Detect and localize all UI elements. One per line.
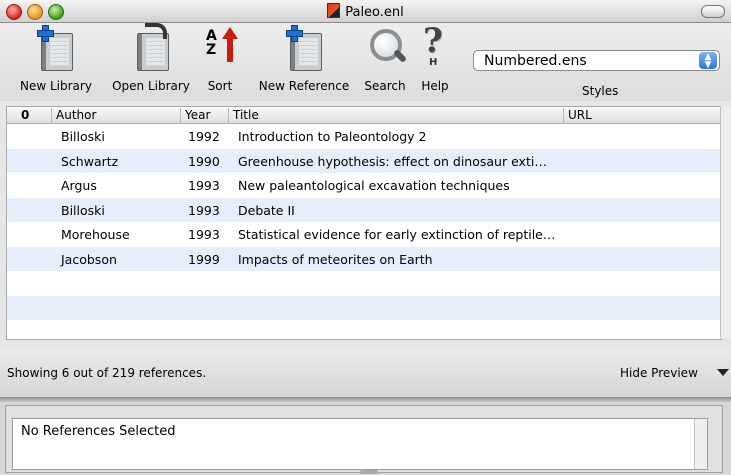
search-icon [363, 23, 408, 73]
help-icon: ? H [423, 21, 443, 68]
styles-select[interactable]: Numbered.ens ▲ ▼ [473, 50, 720, 71]
window-shadow [0, 397, 731, 403]
cell-year: 1990 [188, 153, 220, 169]
title-bar[interactable]: Paleo.enl [0, 0, 731, 23]
table-row[interactable]: Jacobson 1999 Impacts of meteorites on Ear… [7, 246, 721, 271]
table-header: 0 Author Year Title URL [7, 107, 721, 124]
cell-title: Statistical evidence for early extinctio… [238, 227, 556, 242]
cell-year: 1999 [188, 251, 220, 267]
open-library-icon [129, 23, 173, 73]
status-bar: Showing 6 out of 219 references. Hide Pr… [0, 349, 731, 397]
table-row[interactable]: Argus 1993 New paleantological excavation … [7, 173, 721, 198]
column-header-attachment[interactable]: 0 [17, 108, 55, 123]
help-button[interactable]: ? H Help [413, 21, 457, 93]
select-arrows-icon: ▲ ▼ [699, 52, 717, 70]
disclosure-triangle-icon[interactable] [717, 369, 729, 376]
cell-title: Introduction to Paleontology 2 [238, 129, 427, 144]
cell-author: Morehouse [61, 227, 130, 242]
table-row[interactable] [7, 320, 721, 339]
column-header-url[interactable]: URL [563, 108, 721, 123]
open-library-label: Open Library [112, 79, 190, 93]
hide-preview-button[interactable]: Hide Preview [620, 366, 698, 380]
preview-box[interactable]: No References Selected [12, 418, 708, 470]
table-row[interactable]: Schwartz 1990 Greenhouse hypothesis: effec… [7, 148, 721, 173]
new-reference-button[interactable]: New Reference [254, 23, 354, 93]
cell-author: Schwartz [61, 153, 119, 169]
cell-author: Jacobson [61, 251, 117, 267]
status-text: Showing 6 out of 219 references. [7, 366, 207, 380]
document-icon [327, 3, 341, 18]
table-row[interactable]: Morehouse 1993 Statistical evidence for ea… [7, 222, 721, 247]
cell-author: Argus [61, 178, 97, 193]
sort-label: Sort [207, 79, 233, 93]
help-label: Help [421, 79, 449, 93]
paperclip-icon: 0 [21, 108, 30, 122]
toolbar: New Library Open Library AZ Sort New Ref… [0, 21, 731, 101]
table-body: Billoski 1992 Introduction to Paleontology… [7, 124, 721, 339]
search-label: Search [364, 79, 406, 93]
styles-label: Styles [582, 84, 619, 98]
toolbar-toggle-button[interactable] [701, 5, 725, 18]
column-header-author[interactable]: Author [51, 108, 185, 123]
cell-year: 1993 [188, 178, 220, 193]
table-row[interactable]: Billoski 1992 Introduction to Paleontology… [7, 124, 721, 149]
column-header-title[interactable]: Title [228, 108, 568, 123]
main-window: Paleo.enl New Library Open Library AZ So… [0, 0, 731, 400]
cell-author: Billoski [61, 202, 105, 218]
resize-handle[interactable] [360, 470, 378, 474]
cell-year: 1993 [188, 227, 220, 242]
new-reference-label: New Reference [258, 79, 350, 93]
table-row[interactable]: Billoski 1993 Debate II [7, 197, 721, 222]
preview-scrollbar[interactable] [694, 419, 707, 469]
cell-title: New paleantological excavation technique… [238, 178, 510, 193]
table-row[interactable] [7, 295, 721, 320]
new-reference-icon [282, 23, 326, 73]
column-header-year[interactable]: Year [180, 108, 233, 123]
new-library-label: New Library [20, 79, 92, 93]
styles-select-value: Numbered.ens [484, 53, 587, 69]
new-library-icon [33, 23, 77, 73]
cell-year: 1993 [188, 202, 220, 218]
cell-title: Debate II [238, 202, 295, 218]
window-title-text: Paleo.enl [345, 5, 404, 20]
references-table[interactable]: 0 Author Year Title URL Billoski 1992 Intr… [6, 106, 722, 340]
new-library-button[interactable]: New Library [20, 23, 92, 93]
cell-title: Greenhouse hypothesis: effect on dinosau… [238, 153, 547, 169]
sort-icon: AZ [198, 23, 242, 73]
cell-author: Billoski [61, 129, 105, 144]
window-title: Paleo.enl [0, 3, 731, 20]
cell-year: 1992 [188, 129, 220, 144]
cell-title: Impacts of meteorites on Earth [238, 251, 433, 267]
sort-button[interactable]: AZ Sort [198, 23, 242, 93]
table-row[interactable] [7, 271, 721, 296]
preview-text: No References Selected [21, 424, 176, 439]
table-scrollbar[interactable] [720, 106, 731, 338]
search-button[interactable]: Search [361, 23, 409, 93]
open-library-button[interactable]: Open Library [108, 23, 194, 93]
